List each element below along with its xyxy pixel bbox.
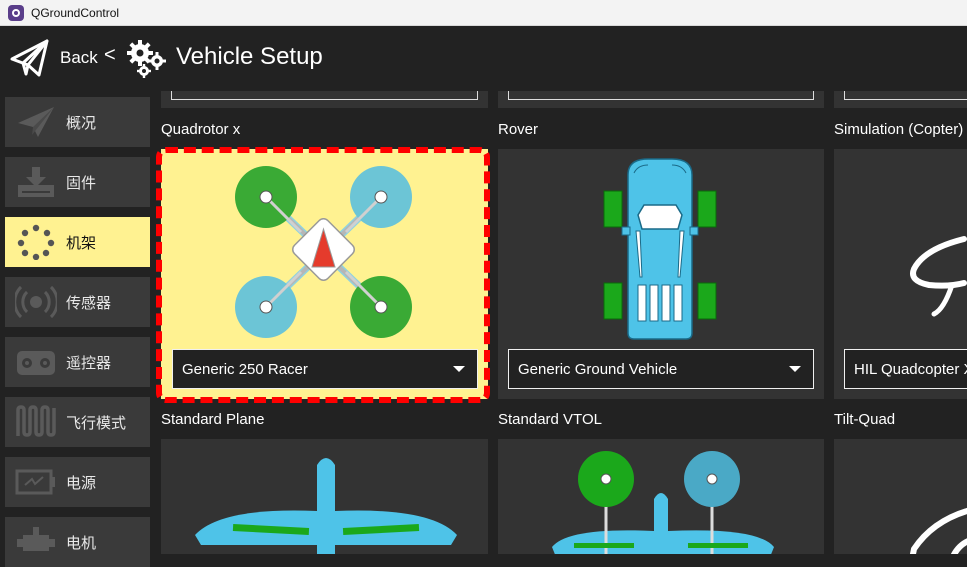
frame-label-quadrotor-x: Quadrotor x — [161, 121, 241, 138]
frame-select-value: HIL Quadcopter X — [854, 360, 967, 378]
frame-label-simulation: Simulation (Copter) — [834, 121, 964, 138]
frame-select-quadrotor-x[interactable]: Generic 250 Racer — [172, 349, 478, 389]
window-titlebar: QGroundControl — [0, 0, 967, 26]
chevron-down-icon — [453, 366, 465, 372]
airframe-dots-icon — [13, 222, 59, 262]
sidebar-item-flight-modes[interactable]: 飞行模式 — [5, 397, 150, 447]
back-button[interactable]: Back — [60, 48, 98, 68]
prev-row-card-stub — [161, 91, 488, 108]
setup-sidebar: 概况 固件 机架 传感器 遥控器 飞行模式 电源 电机 — [0, 91, 156, 567]
sidebar-item-label: 固件 — [66, 173, 97, 192]
motor-icon — [13, 522, 59, 562]
standard-plane-diagram — [195, 458, 457, 554]
sidebar-item-firmware[interactable]: 固件 — [5, 157, 150, 207]
sidebar-item-label: 电机 — [66, 533, 97, 552]
sidebar-item-airframe[interactable]: 机架 — [5, 217, 150, 267]
frame-label-rover: Rover — [498, 121, 539, 138]
qgc-app-icon — [8, 4, 24, 21]
firmware-download-icon — [13, 162, 59, 202]
standard-vtol-diagram — [552, 451, 774, 554]
frame-select-value: Generic Ground Vehicle — [518, 360, 678, 378]
sidebar-item-motors[interactable]: 电机 — [5, 517, 150, 567]
sidebar-item-label: 概况 — [66, 113, 97, 132]
tilt-quad-diagram — [909, 507, 967, 554]
sidebar-item-label: 遥控器 — [66, 353, 112, 372]
frame-card-simulation[interactable]: HIL Quadcopter X — [834, 149, 967, 399]
window-title: QGroundControl — [31, 5, 120, 20]
frame-card-rover[interactable]: Generic Ground Vehicle — [498, 149, 824, 399]
battery-icon — [13, 462, 59, 502]
sidebar-item-power[interactable]: 电源 — [5, 457, 150, 507]
frame-select-rover[interactable]: Generic Ground Vehicle — [508, 349, 814, 389]
frame-label-standard-plane: Standard Plane — [161, 411, 265, 428]
frame-card-tilt-quad[interactable] — [834, 439, 967, 554]
frame-label-tilt-quad: Tilt-Quad — [834, 411, 896, 428]
sidebar-item-label: 飞行模式 — [66, 413, 127, 432]
page-title: Vehicle Setup — [176, 43, 323, 70]
frame-select-value: Generic 250 Racer — [182, 360, 308, 378]
frame-card-standard-vtol[interactable] — [498, 439, 824, 554]
frame-card-standard-plane[interactable] — [161, 439, 488, 554]
radio-controller-icon — [13, 342, 59, 382]
flight-modes-wave-icon — [13, 402, 59, 442]
sidebar-item-summary[interactable]: 概况 — [5, 97, 150, 147]
sidebar-item-sensors[interactable]: 传感器 — [5, 277, 150, 327]
simulation-copter-diagram — [910, 236, 967, 317]
paper-plane-icon — [13, 102, 59, 142]
rover-diagram — [603, 158, 717, 340]
sidebar-item-label: 机架 — [66, 233, 97, 252]
chevron-down-icon — [789, 366, 801, 372]
paper-plane-icon[interactable] — [9, 37, 51, 79]
header-bar: Back < Vehicle Setup — [0, 27, 967, 91]
sidebar-item-radio[interactable]: 遥控器 — [5, 337, 150, 387]
prev-row-card-stub — [834, 91, 967, 108]
frame-card-quadrotor-x[interactable]: Generic 250 Racer — [161, 149, 488, 399]
sidebar-item-label: 传感器 — [66, 293, 112, 312]
sensors-icon — [13, 282, 59, 322]
sidebar-item-label: 电源 — [66, 473, 97, 492]
quadrotor-x-diagram — [235, 166, 412, 338]
prev-row-card-stub — [498, 91, 824, 108]
frame-select-simulation[interactable]: HIL Quadcopter X — [844, 349, 967, 389]
airframe-grid: Quadrotor x Rover Simulation (Copter) Ge… — [156, 91, 967, 554]
gears-icon — [127, 40, 166, 78]
frame-label-standard-vtol: Standard VTOL — [498, 411, 602, 428]
breadcrumb-separator: < — [104, 44, 116, 66]
